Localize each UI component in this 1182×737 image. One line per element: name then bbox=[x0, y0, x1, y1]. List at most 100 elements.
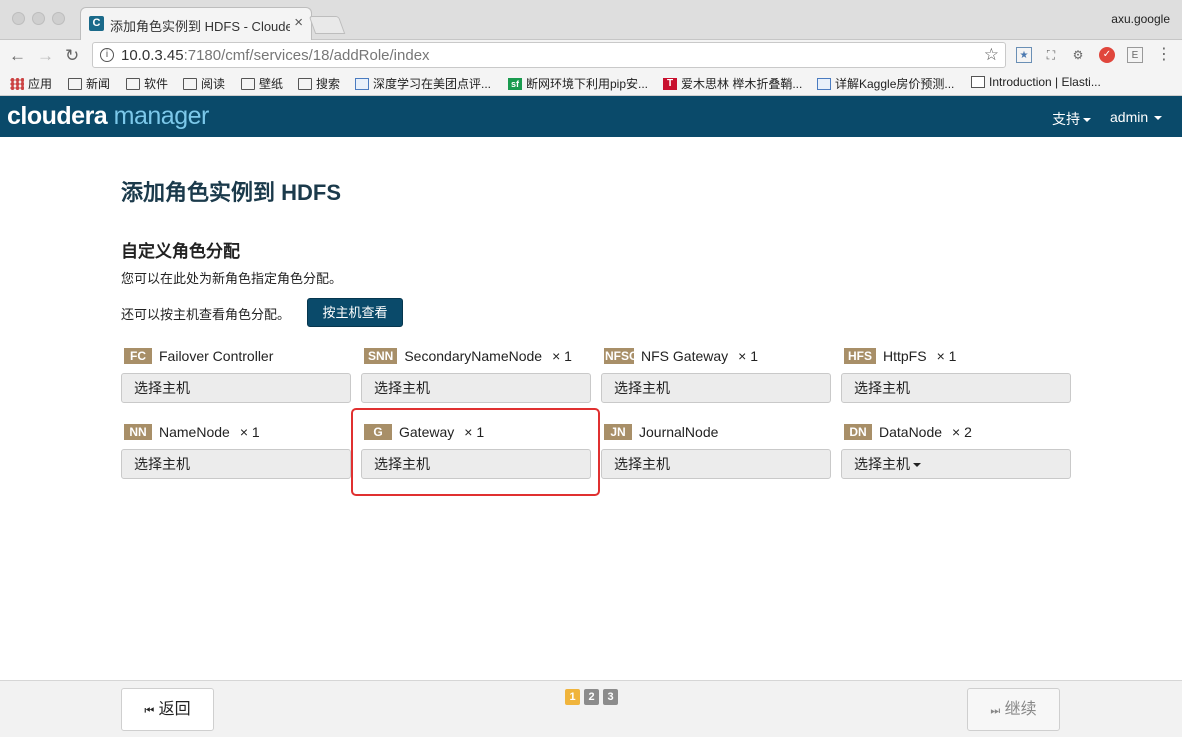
screenshot-extension-icon[interactable]: ⛶ bbox=[1043, 47, 1059, 63]
window-zoom-button[interactable] bbox=[52, 12, 65, 25]
role-multiplicity: × 1 bbox=[552, 348, 572, 364]
close-icon[interactable]: × bbox=[294, 14, 303, 31]
new-tab-button[interactable] bbox=[308, 16, 346, 34]
host-select-httpfs[interactable]: 选择主机 bbox=[841, 373, 1071, 403]
folder-icon bbox=[183, 77, 197, 90]
bookmark-folder[interactable]: 阅读 bbox=[183, 75, 225, 92]
menu-icon[interactable]: ⋮ bbox=[1156, 47, 1172, 63]
host-select-secondarynamenode[interactable]: 选择主机 bbox=[361, 373, 591, 403]
browser-toolbar: ← → ↻ i 10.0.3.45:7180/cmf/services/18/a… bbox=[0, 40, 1182, 71]
folder-icon bbox=[126, 77, 140, 90]
role-badge: HFS bbox=[844, 348, 876, 364]
role-journalnode: JN JournalNode bbox=[604, 424, 718, 440]
support-label: 支持 bbox=[1052, 111, 1080, 127]
bookmark-label: Introduction | Elasti... bbox=[989, 75, 1101, 89]
address-bar[interactable]: i 10.0.3.45:7180/cmf/services/18/addRole… bbox=[92, 42, 1006, 68]
support-menu[interactable]: 支持 bbox=[1052, 109, 1091, 129]
t-favicon-icon: T bbox=[663, 77, 677, 90]
bookmark-extension-icon[interactable]: ★ bbox=[1016, 47, 1032, 63]
role-badge: SNN bbox=[364, 348, 398, 364]
logo-sub-text: manager bbox=[113, 102, 210, 130]
url-path: :7180/cmf/services/18/addRole/index bbox=[183, 47, 430, 64]
role-multiplicity: × 1 bbox=[936, 348, 957, 364]
url-host: 10.0.3.45 bbox=[121, 47, 184, 64]
role-badge: DN bbox=[844, 424, 872, 440]
role-name: DataNode bbox=[879, 424, 943, 440]
browser-tab[interactable]: C 添加角色实例到 HDFS - Cloudera × bbox=[80, 7, 312, 40]
sf-favicon-icon: sf bbox=[508, 77, 522, 90]
check-extension-icon[interactable]: ✓ bbox=[1099, 47, 1115, 63]
bookmark-item[interactable]: sf 断网环境下利用pip安... bbox=[508, 75, 648, 92]
forward-arrow-icon[interactable]: → bbox=[37, 46, 54, 66]
host-select-nfs-gateway[interactable]: 选择主机 bbox=[601, 373, 831, 403]
bookmark-folder[interactable]: 搜索 bbox=[298, 75, 340, 92]
bookmark-item[interactable]: Introduction | Elasti... bbox=[971, 75, 1101, 89]
step-back-icon: ⏮ bbox=[144, 705, 155, 717]
book-favicon-icon bbox=[971, 76, 985, 88]
bookmark-star-icon[interactable]: ☆ bbox=[984, 45, 999, 65]
page-title: 添加角色实例到 HDFS bbox=[121, 180, 342, 205]
bookmark-label: 详解Kaggle房价预测... bbox=[835, 77, 955, 91]
folder-icon bbox=[298, 77, 312, 90]
bookmark-label: 阅读 bbox=[201, 77, 226, 91]
bookmark-label: 新闻 bbox=[86, 77, 111, 91]
back-button[interactable]: ⏮ 返回 bbox=[121, 688, 214, 731]
logo-sub: manager bbox=[107, 102, 210, 130]
bookmark-folder[interactable]: 新闻 bbox=[68, 75, 110, 92]
host-select-failover-controller[interactable]: 选择主机 bbox=[121, 373, 351, 403]
folder-icon bbox=[241, 77, 255, 90]
reload-icon[interactable]: ↻ bbox=[65, 46, 79, 66]
step-indicator-2: 2 bbox=[584, 689, 599, 705]
bookmark-item[interactable]: 应用 bbox=[10, 75, 52, 92]
bookmark-item[interactable]: 详解Kaggle房价预测... bbox=[817, 75, 954, 92]
host-select-datanode[interactable]: 选择主机 bbox=[841, 449, 1071, 479]
role-name: NFS Gateway bbox=[641, 348, 729, 364]
role-failover-controller: FC Failover Controller bbox=[124, 348, 273, 364]
profile-name[interactable]: axu.google bbox=[1111, 12, 1170, 26]
role-datanode: DN DataNode × 2 bbox=[844, 424, 972, 440]
role-nfs-gateway: NFSG NFS Gateway × 1 bbox=[604, 348, 758, 364]
chart-favicon-icon bbox=[817, 77, 831, 90]
window-close-button[interactable] bbox=[12, 12, 25, 25]
continue-button[interactable]: ⏭ 继续 bbox=[967, 688, 1060, 731]
folder-icon bbox=[68, 77, 82, 90]
step-indicator-1: 1 bbox=[565, 689, 580, 705]
description-text: 您可以在此处为新角色指定角色分配。 bbox=[121, 271, 343, 286]
info-icon[interactable]: i bbox=[100, 48, 114, 62]
tab-title: 添加角色实例到 HDFS - Cloudera bbox=[110, 19, 290, 34]
browser-titlebar: C 添加角色实例到 HDFS - Cloudera × axu.google bbox=[0, 0, 1182, 40]
role-httpfs: HFS HttpFS × 1 bbox=[844, 348, 956, 364]
chart-favicon-icon bbox=[355, 77, 369, 90]
apps-grid-icon bbox=[10, 77, 24, 90]
step-forward-icon: ⏭ bbox=[990, 705, 1001, 717]
wizard-footer: ⏮ 返回 1 2 3 ⏭ 继续 bbox=[0, 680, 1182, 737]
host-select-namenode[interactable]: 选择主机 bbox=[121, 449, 351, 479]
url-text[interactable]: 10.0.3.45:7180/cmf/services/18/addRole/i… bbox=[121, 47, 430, 64]
role-name: Failover Controller bbox=[159, 348, 274, 364]
window-minimize-button[interactable] bbox=[32, 12, 45, 25]
role-name: NameNode bbox=[159, 424, 230, 440]
app-header: cloudera manager 支持 admin bbox=[0, 96, 1182, 137]
role-name: HttpFS bbox=[883, 348, 927, 364]
role-badge: JN bbox=[604, 424, 632, 440]
view-by-host-hint: 还可以按主机查看角色分配。 bbox=[121, 307, 291, 322]
bookmark-label: 搜索 bbox=[316, 77, 341, 91]
user-menu[interactable]: admin bbox=[1110, 109, 1163, 125]
bookmark-folder[interactable]: 软件 bbox=[126, 75, 168, 92]
logo-main: cloudera bbox=[7, 102, 108, 130]
bookmark-item[interactable]: T 爱木思林 榉木折叠鞘... bbox=[663, 75, 802, 92]
bookmark-label: 断网环境下利用pip安... bbox=[526, 77, 649, 91]
view-by-host-button[interactable]: 按主机查看 bbox=[307, 298, 403, 327]
host-select-journalnode[interactable]: 选择主机 bbox=[601, 449, 831, 479]
caret-down-icon bbox=[1083, 118, 1091, 123]
e-extension-icon[interactable]: E bbox=[1127, 47, 1143, 63]
highlight-box bbox=[351, 408, 600, 496]
cloudera-manager-logo[interactable]: cloudera manager bbox=[7, 102, 209, 131]
speed-extension-icon[interactable]: ⚙ bbox=[1070, 47, 1086, 63]
bookmark-folder[interactable]: 壁纸 bbox=[241, 75, 283, 92]
bookmark-item[interactable]: 深度学习在美团点评... bbox=[355, 75, 491, 92]
bookmark-label: 深度学习在美团点评... bbox=[373, 77, 492, 91]
back-arrow-icon[interactable]: ← bbox=[9, 46, 26, 66]
role-multiplicity: × 1 bbox=[738, 348, 758, 364]
role-multiplicity: × 1 bbox=[239, 424, 260, 440]
